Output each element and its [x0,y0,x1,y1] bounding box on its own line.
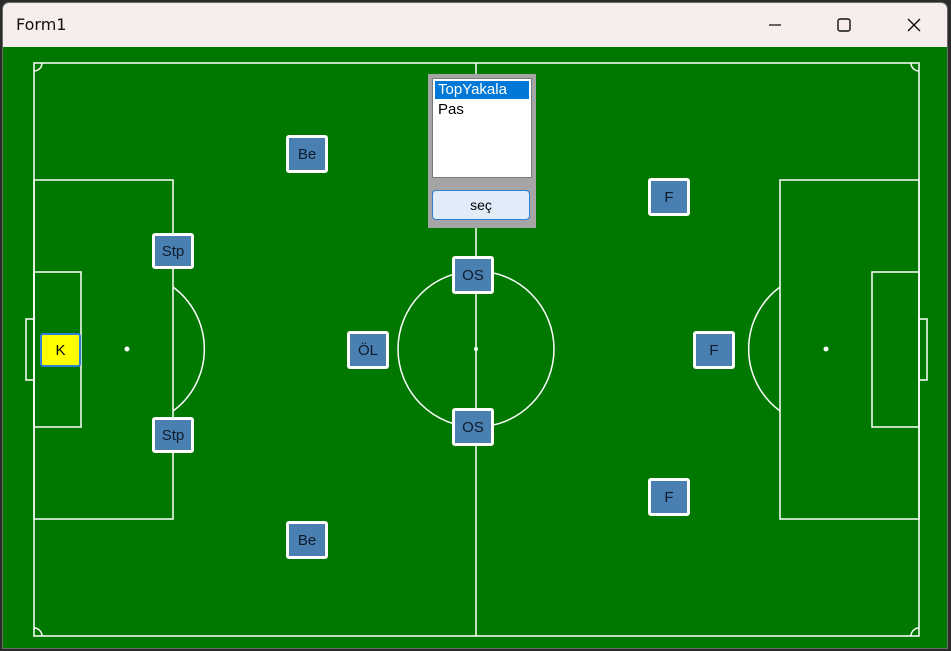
maximize-icon [837,18,851,32]
player-keeper[interactable]: K [40,333,81,367]
football-pitch: K Stp Stp Be Be ÖL OS OS F F F TopYakala… [3,47,947,648]
minimize-icon [769,24,781,26]
player-stopper-bottom[interactable]: Stp [152,417,194,453]
player-forward-center[interactable]: F [693,331,735,369]
player-forward-top[interactable]: F [648,178,690,216]
player-central-mid-top[interactable]: OS [452,256,494,294]
close-icon [907,18,921,32]
close-button[interactable] [879,3,947,47]
list-item-pas[interactable]: Pas [435,101,529,119]
list-item-topyakala[interactable]: TopYakala [435,81,529,99]
app-window: Form1 K Stp Stp Be Be ÖL OS OS F F F Top… [2,2,948,649]
player-stopper-top[interactable]: Stp [152,233,194,269]
player-central-mid-bottom[interactable]: OS [452,408,494,446]
action-listbox[interactable]: TopYakala Pas [432,78,532,178]
maximize-button[interactable] [809,3,879,47]
action-panel: TopYakala Pas seç [428,74,536,228]
minimize-button[interactable] [740,3,810,47]
title-bar[interactable]: Form1 [3,3,947,47]
player-back-top[interactable]: Be [286,135,328,173]
window-title: Form1 [16,15,67,34]
player-defensive-mid[interactable]: ÖL [347,331,389,369]
player-forward-bottom[interactable]: F [648,478,690,516]
player-back-bottom[interactable]: Be [286,521,328,559]
select-button[interactable]: seç [432,190,530,220]
